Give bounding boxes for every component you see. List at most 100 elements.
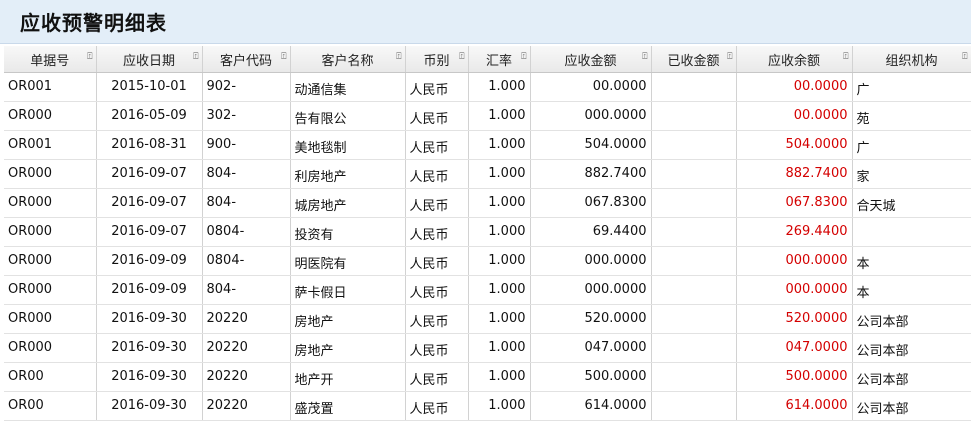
cell-recv-amt[interactable]: 047.0000 [530,333,652,363]
cell-doc-no[interactable]: OR000 [4,159,97,189]
cell-paid-amt[interactable] [651,246,737,276]
cell-doc-no[interactable]: OR000 [4,246,97,276]
cell-rate[interactable]: 1.000 [468,275,531,305]
pin-icon[interactable]: ⍐ [642,52,647,62]
cell-recv-amt[interactable]: 69.4400 [530,217,652,247]
cell-balance[interactable]: 000.0000 [736,246,853,276]
cell-doc-no[interactable]: OR000 [4,275,97,305]
cell-paid-amt[interactable] [651,333,737,363]
cell-org[interactable] [852,217,971,247]
cell-org[interactable]: 公司本部 [852,304,971,334]
cell-cust-name[interactable]: 城房地产 [290,188,406,218]
cell-rate[interactable]: 1.000 [468,159,531,189]
col-header-rate[interactable]: 汇率 ⍐ [468,46,531,73]
cell-cust-code[interactable]: 20220 [202,362,291,392]
cell-currency[interactable]: 人民币 [405,188,469,218]
cell-rate[interactable]: 1.000 [468,72,531,102]
cell-paid-amt[interactable] [651,304,737,334]
cell-rate[interactable]: 1.000 [468,391,531,421]
cell-recv-amt[interactable]: 067.8300 [530,188,652,218]
cell-cust-name[interactable]: 盛茂置 [290,391,406,421]
table-row[interactable]: OR001 2016-08-31 900- 美地毯制 人民币 1.000 504.0000 5… [4,130,971,160]
cell-balance[interactable]: 047.0000 [736,333,853,363]
col-header-org[interactable]: 组织机构 ⍐ [852,46,971,73]
cell-rate[interactable]: 1.000 [468,333,531,363]
pin-icon[interactable]: ⍐ [521,52,526,62]
cell-recv-amt[interactable]: 00.0000 [530,72,652,102]
cell-date[interactable]: 2016-09-09 [96,275,203,305]
cell-org[interactable]: 公司本部 [852,391,971,421]
col-header-cust-code[interactable]: 客户代码 ⍐ [202,46,291,73]
table-row[interactable]: OR000 2016-09-30 20220 房地产 人民币 1.000 520.0000 5… [4,304,971,334]
col-header-currency[interactable]: 币别 ⍐ [405,46,469,73]
cell-org[interactable]: 广 [852,130,971,160]
cell-doc-no[interactable]: OR000 [4,333,97,363]
table-row[interactable]: OR000 2016-09-09 0804- 明医院有 人民币 1.000 000.0000… [4,246,971,276]
cell-recv-amt[interactable]: 882.7400 [530,159,652,189]
cell-doc-no[interactable]: OR001 [4,72,97,102]
cell-balance[interactable]: 882.7400 [736,159,853,189]
cell-paid-amt[interactable] [651,391,737,421]
cell-currency[interactable]: 人民币 [405,362,469,392]
cell-recv-amt[interactable]: 500.0000 [530,362,652,392]
cell-rate[interactable]: 1.000 [468,130,531,160]
cell-cust-code[interactable]: 20220 [202,304,291,334]
cell-date[interactable]: 2016-05-09 [96,101,203,131]
cell-cust-code[interactable]: 902- [202,72,291,102]
table-row[interactable]: OR000 2016-09-07 804- 利房地产 人民币 1.000 882.7400 8… [4,159,971,189]
cell-org[interactable]: 合天城 [852,188,971,218]
cell-org[interactable]: 公司本部 [852,362,971,392]
cell-doc-no[interactable]: OR00 [4,362,97,392]
cell-doc-no[interactable]: OR000 [4,304,97,334]
cell-cust-name[interactable]: 告有限公 [290,101,406,131]
cell-org[interactable]: 本 [852,275,971,305]
cell-cust-name[interactable]: 萨卡假日 [290,275,406,305]
cell-date[interactable]: 2016-09-30 [96,333,203,363]
cell-paid-amt[interactable] [651,130,737,160]
pin-icon[interactable]: ⍐ [281,52,286,62]
cell-org[interactable]: 苑 [852,101,971,131]
table-row[interactable]: OR00 2016-09-30 20220 盛茂置 人民币 1.000 614.0000 61… [4,391,971,421]
cell-rate[interactable]: 1.000 [468,246,531,276]
table-row[interactable]: OR00 2016-09-30 20220 地产开 人民币 1.000 500.0000 50… [4,362,971,392]
cell-rate[interactable]: 1.000 [468,362,531,392]
cell-date[interactable]: 2016-09-07 [96,159,203,189]
cell-date[interactable]: 2016-09-09 [96,246,203,276]
col-header-recv-amt[interactable]: 应收金额 ⍐ [530,46,652,73]
cell-recv-amt[interactable]: 504.0000 [530,130,652,160]
cell-cust-code[interactable]: 804- [202,188,291,218]
cell-balance[interactable]: 00.0000 [736,72,853,102]
cell-balance[interactable]: 614.0000 [736,391,853,421]
cell-currency[interactable]: 人民币 [405,333,469,363]
cell-currency[interactable]: 人民币 [405,72,469,102]
cell-balance[interactable]: 000.0000 [736,275,853,305]
cell-currency[interactable]: 人民币 [405,246,469,276]
cell-currency[interactable]: 人民币 [405,101,469,131]
cell-currency[interactable]: 人民币 [405,130,469,160]
cell-cust-code[interactable]: 20220 [202,391,291,421]
cell-paid-amt[interactable] [651,159,737,189]
cell-doc-no[interactable]: OR001 [4,130,97,160]
cell-cust-name[interactable]: 动通信集 [290,72,406,102]
pin-icon[interactable]: ⍐ [87,52,92,62]
cell-cust-code[interactable]: 804- [202,275,291,305]
pin-icon[interactable]: ⍐ [193,52,198,62]
cell-date[interactable]: 2016-09-30 [96,362,203,392]
cell-recv-amt[interactable]: 520.0000 [530,304,652,334]
cell-date[interactable]: 2016-08-31 [96,130,203,160]
cell-balance[interactable]: 067.8300 [736,188,853,218]
cell-date[interactable]: 2016-09-07 [96,188,203,218]
col-header-doc-no[interactable]: 单据号 ⍐ [4,46,97,73]
cell-balance[interactable]: 00.0000 [736,101,853,131]
cell-currency[interactable]: 人民币 [405,391,469,421]
cell-rate[interactable]: 1.000 [468,188,531,218]
cell-org[interactable]: 家 [852,159,971,189]
cell-currency[interactable]: 人民币 [405,217,469,247]
cell-paid-amt[interactable] [651,275,737,305]
cell-cust-name[interactable]: 地产开 [290,362,406,392]
pin-icon[interactable]: ⍐ [962,52,967,62]
cell-cust-name[interactable]: 美地毯制 [290,130,406,160]
cell-date[interactable]: 2016-09-30 [96,304,203,334]
cell-currency[interactable]: 人民币 [405,304,469,334]
pin-icon[interactable]: ⍐ [396,52,401,62]
